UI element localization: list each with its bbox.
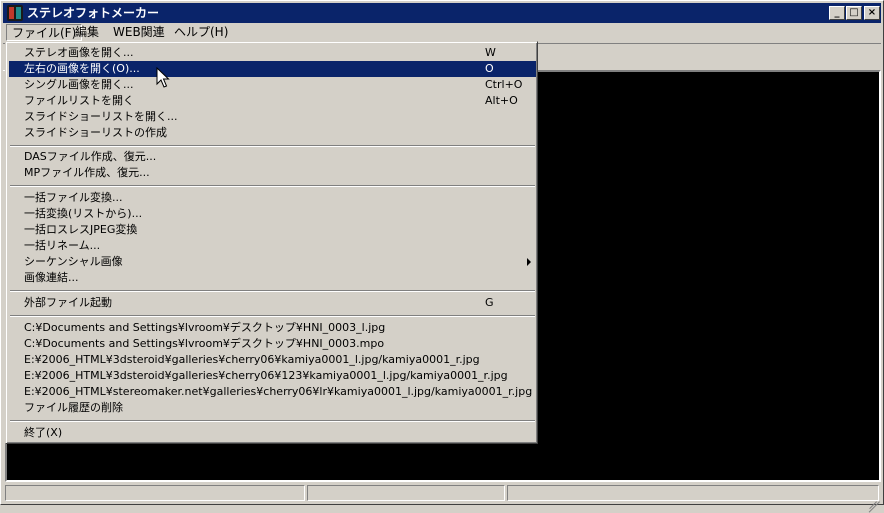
menu-item-sequential-images[interactable]: シーケンシャル画像 xyxy=(9,254,536,270)
menu-item-recent-file[interactable]: C:¥Documents and Settings¥lvroom¥デスクトップ¥… xyxy=(9,320,536,336)
menu-item-image-concat[interactable]: 画像連結... xyxy=(9,270,536,286)
menu-item-open-stereo[interactable]: ステレオ画像を開く... W xyxy=(9,45,536,61)
menu-item-batch-lossless-jpeg[interactable]: 一括ロスレスJPEG変換 xyxy=(9,222,536,238)
menu-item-recent-file[interactable]: E:¥2006_HTML¥3dsteroid¥galleries¥cherry0… xyxy=(9,368,536,384)
submenu-arrow-icon xyxy=(527,258,531,266)
maximize-button[interactable]: □ xyxy=(846,6,862,20)
menu-item-batch-convert[interactable]: 一括ファイル変換... xyxy=(9,190,536,206)
status-pane-3 xyxy=(507,485,879,501)
menu-item-open-single[interactable]: シングル画像を開く... Ctrl+O xyxy=(9,77,536,93)
title-bar[interactable]: ステレオフォトメーカー _ □ × xyxy=(3,3,881,23)
menu-item-das-file[interactable]: DASファイル作成、復元... xyxy=(9,149,536,165)
menu-item-open-file-list[interactable]: ファイルリストを開く Alt+O xyxy=(9,93,536,109)
menu-item-exit[interactable]: 終了(X) xyxy=(9,425,536,441)
menu-item-recent-file[interactable]: E:¥2006_HTML¥stereomaker.net¥galleries¥c… xyxy=(9,384,536,400)
menu-separator xyxy=(10,420,535,422)
menu-item-recent-file[interactable]: C:¥Documents and Settings¥lvroom¥デスクトップ¥… xyxy=(9,336,536,352)
menu-item-recent-file[interactable]: E:¥2006_HTML¥3dsteroid¥galleries¥cherry0… xyxy=(9,352,536,368)
status-pane-1 xyxy=(5,485,305,501)
menu-web[interactable]: WEB関連 xyxy=(108,24,170,41)
menu-item-open-left-right[interactable]: 左右の画像を開く(O)... O xyxy=(9,61,536,77)
menu-item-batch-rename[interactable]: 一括リネーム... xyxy=(9,238,536,254)
menu-separator xyxy=(10,145,535,147)
menu-item-create-slideshow-list[interactable]: スライドショーリストの作成 xyxy=(9,125,536,141)
close-button[interactable]: × xyxy=(864,6,880,20)
menu-edit[interactable]: 編集 xyxy=(70,24,104,41)
menu-separator xyxy=(10,315,535,317)
menu-item-open-slideshow-list[interactable]: スライドショーリストを開く... xyxy=(9,109,536,125)
menu-separator xyxy=(10,185,535,187)
mouse-pointer-icon xyxy=(156,67,170,88)
status-pane-2 xyxy=(307,485,505,501)
app-window: ステレオフォトメーカー _ □ × ファイル(F) 編集 WEB関連 ヘルプ(H… xyxy=(0,0,884,513)
window-title: ステレオフォトメーカー xyxy=(27,6,160,20)
menu-item-mp-file[interactable]: MPファイル作成、復元... xyxy=(9,165,536,181)
file-menu-dropdown: ステレオ画像を開く... W 左右の画像を開く(O)... O シングル画像を開… xyxy=(5,41,538,444)
minimize-button[interactable]: _ xyxy=(829,6,845,20)
app-3d-icon[interactable] xyxy=(7,5,23,21)
menu-item-batch-convert-list[interactable]: 一括変換(リストから)... xyxy=(9,206,536,222)
menu-item-clear-history[interactable]: ファイル履歴の削除 xyxy=(9,400,536,416)
menu-help[interactable]: ヘルプ(H) xyxy=(169,24,233,41)
menu-item-launch-external[interactable]: 外部ファイル起動 G xyxy=(9,295,536,311)
menu-bar: ファイル(F) 編集 WEB関連 ヘルプ(H) xyxy=(3,23,881,42)
resize-grip-icon[interactable] xyxy=(868,490,880,513)
status-bar xyxy=(3,483,881,513)
menu-separator xyxy=(10,290,535,292)
